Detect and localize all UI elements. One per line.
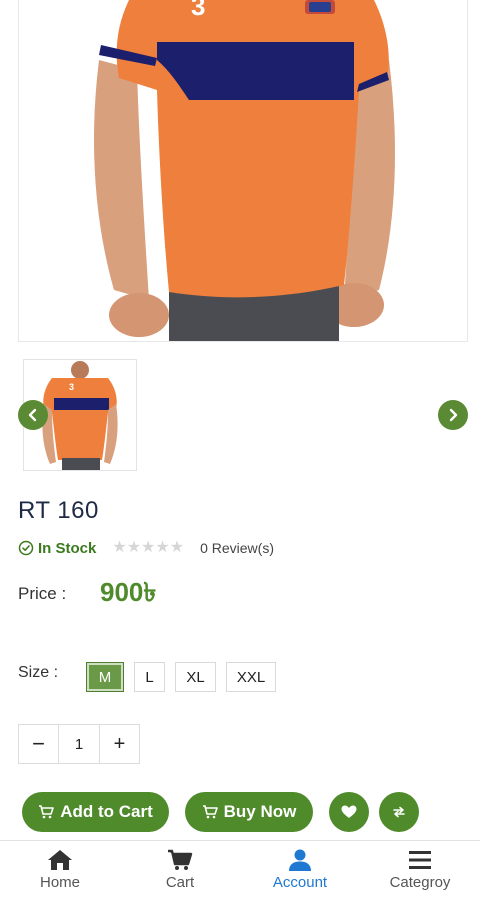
quantity-input[interactable]: 1 [59, 724, 99, 764]
price-value: 900৳ [100, 577, 157, 607]
size-option-m[interactable]: M [86, 662, 124, 692]
carousel-prev-button[interactable] [18, 400, 48, 430]
nav-item-home[interactable]: Home [0, 841, 120, 900]
nav-item-cart[interactable]: Cart [120, 841, 240, 900]
nav-item-category[interactable]: Categroy [360, 841, 480, 900]
size-option-xxl[interactable]: XXL [226, 662, 276, 692]
chevron-left-icon [28, 408, 37, 422]
size-selector: Size : M L XL XXL [18, 662, 286, 692]
product-main-image: 3 [18, 0, 468, 342]
star-icon: ★ [112, 539, 127, 556]
swap-icon [393, 806, 405, 818]
star-icon: ★ [155, 539, 170, 556]
quantity-increase-button[interactable]: + [99, 724, 140, 764]
svg-text:3: 3 [191, 0, 205, 21]
nav-label-category: Categroy [389, 874, 451, 891]
nav-item-account[interactable]: Account [240, 841, 360, 900]
wishlist-button[interactable] [329, 792, 369, 832]
stock-status: In Stock [18, 540, 96, 557]
home-icon [48, 850, 72, 870]
buy-now-label: Buy Now [223, 802, 297, 821]
user-icon [289, 849, 311, 871]
carousel-next-button[interactable] [438, 400, 468, 430]
nav-label-account: Account [272, 874, 328, 891]
svg-text:3: 3 [69, 382, 74, 392]
check-circle-icon [18, 540, 34, 556]
cart-icon [168, 849, 193, 870]
heart-icon [341, 805, 357, 818]
add-to-cart-button[interactable]: Add to Cart [22, 792, 169, 832]
size-label: Size : [18, 664, 59, 681]
menu-icon [409, 851, 431, 869]
nav-label-cart: Cart [165, 874, 195, 891]
size-option-l[interactable]: L [134, 662, 165, 692]
star-icon: ★ [169, 539, 185, 556]
quantity-decrease-button[interactable]: − [18, 724, 59, 764]
product-title: RT 160 [18, 497, 99, 524]
size-option-xl[interactable]: XL [175, 662, 216, 692]
chevron-right-icon [449, 408, 458, 422]
stock-label: In Stock [38, 539, 97, 557]
star-icon: ★ [141, 539, 156, 556]
cart-icon [202, 805, 218, 819]
quantity-stepper: − 1 + [18, 724, 140, 764]
thumbnail-carousel: 3 [0, 356, 480, 476]
price-label: Price : [18, 584, 67, 603]
buy-now-button[interactable]: Buy Now [185, 792, 313, 832]
product-photo: 3 [94, 0, 395, 341]
rating-stars: ★ ★ ★ ★ ★ [112, 540, 184, 556]
price-row: Price : 900৳ [18, 572, 156, 616]
action-buttons: Add to Cart Buy Now [22, 792, 429, 832]
cart-icon [39, 805, 55, 819]
add-to-cart-label: Add to Cart [60, 802, 153, 821]
bottom-navigation: Home Cart Account Categroy [0, 840, 480, 900]
compare-button[interactable] [379, 792, 419, 832]
stock-rating-row: In Stock ★ ★ ★ ★ ★ 0 Review(s) [18, 538, 274, 558]
review-count[interactable]: 0 Review(s) [200, 540, 274, 556]
star-icon: ★ [126, 539, 142, 556]
nav-label-home: Home [39, 874, 80, 891]
